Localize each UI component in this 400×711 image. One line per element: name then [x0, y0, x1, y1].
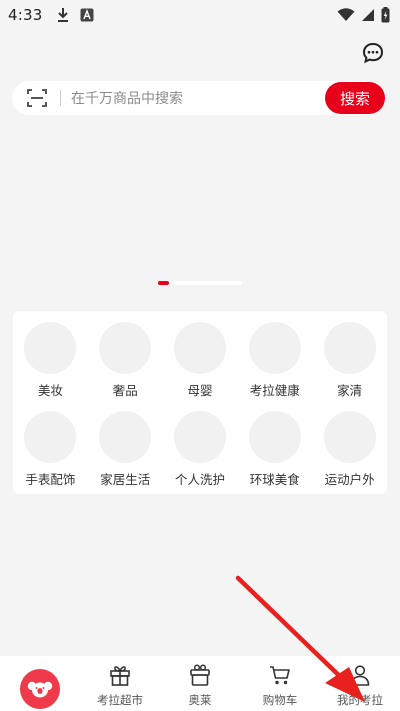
- nav-outlet[interactable]: 奥莱: [160, 656, 240, 711]
- scan-icon[interactable]: [25, 86, 49, 110]
- koala-home-icon[interactable]: [20, 668, 60, 709]
- category-image[interactable]: [173, 322, 226, 374]
- category-item[interactable]: 考拉健康: [237, 322, 312, 399]
- category-label: 环球美食: [249, 472, 300, 487]
- category-image[interactable]: [24, 322, 77, 374]
- category-label: 考拉健康: [249, 383, 300, 398]
- wifi-icon: [337, 8, 355, 22]
- category-card: 美妆 奢品 母婴 考拉健康 家清 手表配饰 家居生活 个人洗护 环球美食 运动户…: [13, 311, 387, 494]
- nav-label: 购物车: [262, 693, 298, 707]
- banner-indicator-active: [158, 281, 169, 285]
- status-time: 4:33: [8, 6, 43, 24]
- status-bar: 4:33: [0, 0, 400, 30]
- gift-icon: [107, 662, 133, 688]
- category-label: 手表配饰: [25, 472, 76, 487]
- category-item[interactable]: 美妆: [13, 322, 88, 399]
- nav-home[interactable]: [0, 656, 80, 711]
- category-item[interactable]: 个人洗护: [163, 411, 238, 488]
- category-image[interactable]: [173, 411, 226, 463]
- gift-box-icon: [187, 662, 213, 688]
- category-image[interactable]: [248, 322, 301, 374]
- category-image[interactable]: [99, 411, 152, 463]
- chat-bubble-icon: [362, 42, 384, 68]
- category-image[interactable]: [24, 411, 77, 463]
- category-image[interactable]: [323, 411, 376, 463]
- category-image[interactable]: [323, 322, 376, 374]
- person-icon: [347, 662, 373, 688]
- status-notification-icons: [56, 7, 94, 23]
- category-image[interactable]: [248, 411, 301, 463]
- search-button[interactable]: 搜索: [325, 82, 385, 114]
- message-button[interactable]: [360, 42, 386, 68]
- signal-icon: [361, 8, 375, 22]
- nav-label: 考拉超市: [97, 693, 143, 707]
- category-item[interactable]: 家居生活: [88, 411, 163, 488]
- category-item[interactable]: 母婴: [163, 322, 238, 399]
- category-grid: 美妆 奢品 母婴 考拉健康 家清 手表配饰 家居生活 个人洗护 环球美食 运动户…: [13, 322, 387, 488]
- banner-page-indicator: [158, 281, 242, 285]
- category-item[interactable]: 奢品: [88, 322, 163, 399]
- nav-label: 我的考拉: [337, 693, 383, 707]
- category-item[interactable]: 家清: [312, 322, 387, 399]
- cart-icon: [267, 662, 293, 688]
- category-label: 家清: [337, 383, 363, 398]
- category-item[interactable]: 手表配饰: [13, 411, 88, 488]
- search-divider: [60, 90, 61, 106]
- category-label: 美妆: [37, 383, 63, 398]
- search-input[interactable]: 在千万商品中搜索: [71, 88, 325, 108]
- category-label: 运动户外: [324, 472, 375, 487]
- bottom-nav: 考拉超市 奥莱 购物车 我的考拉: [0, 656, 400, 711]
- category-item[interactable]: 运动户外: [312, 411, 387, 488]
- category-image[interactable]: [99, 322, 152, 374]
- a-badge-icon: [80, 8, 94, 22]
- category-label: 母婴: [187, 383, 213, 398]
- nav-cart[interactable]: 购物车: [240, 656, 320, 711]
- nav-supermarket[interactable]: 考拉超市: [80, 656, 160, 711]
- nav-my-koala[interactable]: 我的考拉: [320, 656, 400, 711]
- category-label: 个人洗护: [174, 472, 225, 487]
- category-item[interactable]: 环球美食: [237, 411, 312, 488]
- download-icon: [56, 7, 70, 23]
- battery-charging-icon: [381, 7, 390, 23]
- nav-label: 奥莱: [188, 693, 212, 707]
- search-bar[interactable]: 在千万商品中搜索 搜索: [12, 81, 386, 115]
- category-label: 奢品: [112, 383, 138, 398]
- status-system-icons: [337, 7, 390, 23]
- category-label: 家居生活: [100, 472, 151, 487]
